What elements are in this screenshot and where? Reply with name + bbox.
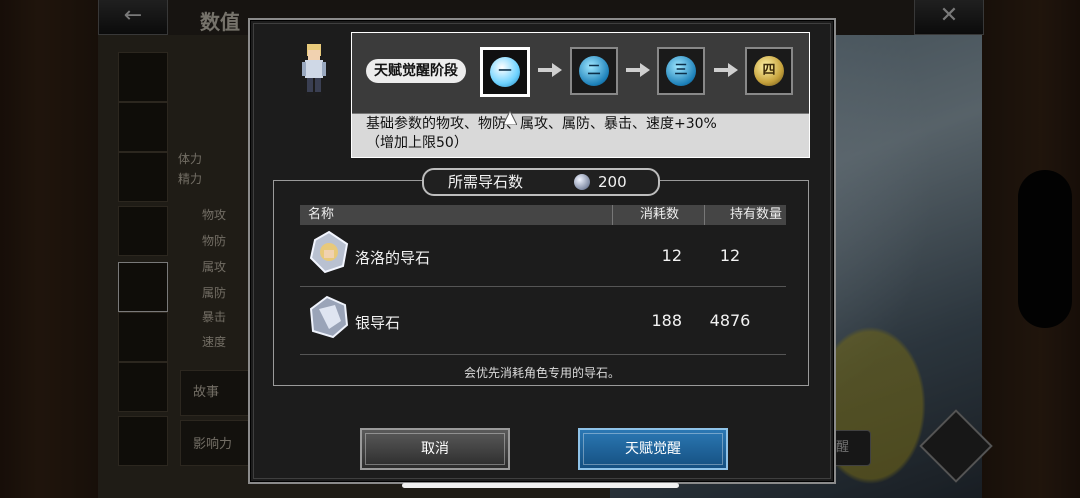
home-indicator[interactable] (402, 483, 679, 488)
silver-stone-icon (309, 295, 349, 339)
stage-description-line: 基础参数的物攻、物防、属攻、属防、暴击、速度+30% (366, 116, 717, 132)
column-header-name: 名称 (308, 207, 335, 222)
stage-description-line: （增加上限50） (366, 135, 468, 151)
stage-gem-glyph: 一 (490, 57, 520, 87)
awaken-stage-panel: 天赋觉醒阶段 一 二 三 四 基础参数的物攻、物防、属攻、属防、暴击、速度+30… (351, 32, 810, 158)
button-inner-border (365, 433, 505, 465)
row-divider (300, 354, 786, 355)
stone-owned: 12 (719, 246, 741, 265)
stage-gem-1[interactable]: 一 (480, 47, 530, 97)
column-header-owned: 持有数量 (730, 207, 783, 222)
stage-gem-glyph: 三 (666, 56, 696, 86)
arrow-right-icon (626, 63, 650, 77)
stage-description: 基础参数的物攻、物防、属攻、属防、暴击、速度+30% （增加上限50） (366, 115, 796, 153)
stone-cost: 12 (661, 246, 682, 265)
arrow-right-icon (538, 63, 562, 77)
column-header-cost: 消耗数 (640, 207, 680, 222)
cancel-button[interactable]: 取消 (360, 428, 510, 470)
character-stone-icon (309, 230, 349, 274)
stone-name: 银导石 (355, 314, 401, 332)
character-sprite-icon (302, 44, 326, 96)
talent-awaken-button[interactable]: 天赋觉醒 (578, 428, 728, 470)
stone-cost: 188 (651, 311, 682, 330)
column-separator (704, 205, 705, 225)
stage-track: 天赋觉醒阶段 一 二 三 四 (352, 33, 809, 114)
row-divider (300, 286, 786, 287)
stage-gem-glyph: 四 (754, 56, 784, 86)
stage-gem-2[interactable]: 二 (570, 47, 618, 95)
stone-owned: 4876 (709, 311, 751, 330)
required-stones-header: 所需导石数 200 (422, 168, 660, 196)
stage-gem-glyph: 二 (579, 56, 609, 86)
stage-gem-4[interactable]: 四 (745, 47, 793, 95)
consumption-note: 会优先消耗角色专用的导石。 (463, 366, 620, 380)
stone-name: 洛洛的导石 (355, 249, 431, 267)
stone-table-header: 名称 消耗数 持有数量 (300, 205, 786, 225)
stage-label: 天赋觉醒阶段 (366, 59, 466, 83)
game-screen: ← ✕ 数值 体力 精力 物攻 物防 属攻 属防 暴击 速度 故事 影响力 天赋… (0, 0, 1080, 498)
required-stones-value: 200 (598, 173, 627, 191)
talent-awaken-dialog: 天赋觉醒阶段 一 二 三 四 基础参数的物攻、物防、属攻、属防、暴击、速度+30… (248, 18, 836, 484)
arrow-right-icon (714, 63, 738, 77)
button-inner-border (583, 433, 723, 465)
guide-stone-icon (574, 174, 590, 190)
stage-gem-3[interactable]: 三 (657, 47, 705, 95)
required-stones-label: 所需导石数 (448, 173, 524, 191)
column-separator (612, 205, 613, 225)
